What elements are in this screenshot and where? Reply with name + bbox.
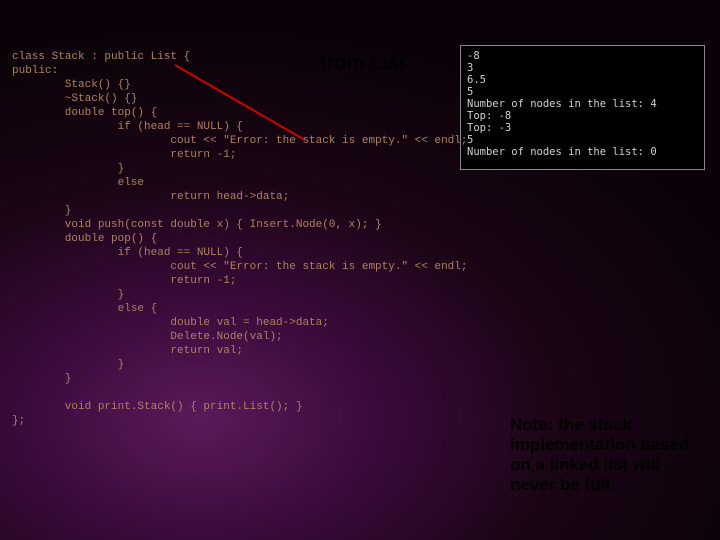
note-text: Note: the stack implementation based on …	[510, 415, 700, 495]
code-block: class Stack : public List { public: Stac…	[12, 50, 710, 428]
